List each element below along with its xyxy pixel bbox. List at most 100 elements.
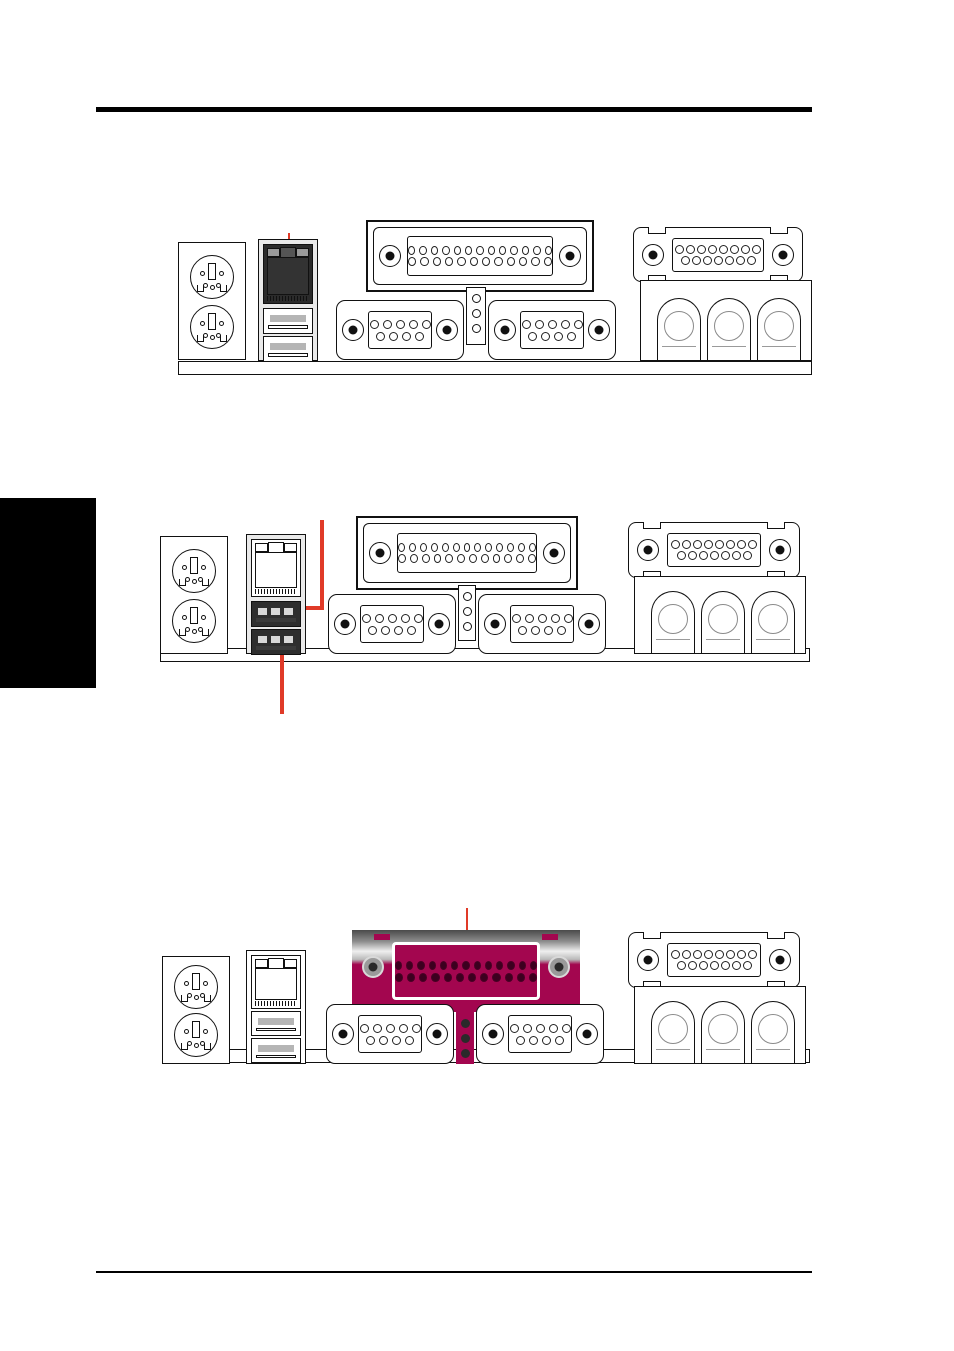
rj45-lan-port[interactable] [251,955,301,1009]
serial-port-com1[interactable] [336,300,464,360]
audio-jack-line-in[interactable] [657,298,701,360]
db9-pin-row-bottom [509,1035,571,1045]
audio-jack-block [634,986,806,1064]
audio-jack-microphone[interactable] [757,298,801,360]
db9-pin-row-bottom [361,625,423,635]
jack-hole-icon [758,604,788,634]
parallel-port[interactable] [363,523,571,583]
usb-cavity [268,325,308,329]
db25-shell [397,533,537,573]
ps2-mouse-port[interactable] [190,305,234,349]
jack-hole-icon [714,311,744,341]
audio-jack-microphone[interactable] [751,1001,795,1063]
serial-port-com2[interactable] [488,300,616,360]
dsub-screw-right-icon [426,1023,448,1045]
parallel-port-frame [356,516,578,590]
audio-jack-line-out[interactable] [707,298,751,360]
db15-pin-row-top [668,540,760,549]
jack-hole-icon [658,1014,688,1044]
ps2-connector-block [178,242,246,360]
game-midi-port[interactable] [633,227,803,282]
mount-hole-icon [462,592,472,601]
usb-port-1[interactable] [263,308,313,334]
usb-port-1[interactable] [251,1011,301,1036]
jack-hole-icon [708,1014,738,1044]
audio-jack-microphone[interactable] [751,591,795,653]
serial-port-com1[interactable] [326,1004,454,1064]
db9-shell [508,1015,572,1053]
usb-port-2[interactable] [251,1038,301,1063]
ps2-keyboard-port[interactable] [174,965,218,1009]
rj45-led-left-icon [267,248,280,257]
audio-jack-block [634,576,806,654]
db9-shell [520,311,584,349]
ps2-key-slot [208,313,216,330]
serial-port-com2[interactable] [476,1004,604,1064]
db9-pin-row-bottom [359,1035,421,1045]
rj45-lan-port[interactable] [263,244,313,304]
jack-hole-icon [758,1014,788,1044]
rj45-latch-icon [280,247,296,257]
rj45-latch-icon [268,958,284,968]
db25-pin-row-bottom [394,972,538,982]
game-midi-port[interactable] [628,522,800,578]
dsub-screw-right-icon [588,319,610,341]
ps2-keyboard-port[interactable] [172,549,216,593]
usb-cavity [256,618,296,622]
midi-game-mount-strip [456,1012,474,1064]
dsub-screw-left-icon [642,243,664,266]
usb-port-1[interactable] [251,601,301,627]
jack-hole-icon [658,604,688,634]
parallel-port[interactable] [352,930,580,1012]
db15-shell [667,943,761,977]
audio-jack-line-out[interactable] [701,1001,745,1063]
db9-pin-row-bottom [521,331,583,341]
midi-game-mount-strip [458,585,476,641]
db15-pin-row-bottom [668,551,760,560]
audio-jack-line-in[interactable] [651,1001,695,1063]
db15-pin-row-bottom [668,961,760,970]
dsub-screw-left-icon [362,956,384,978]
ps2-mouse-port[interactable] [172,599,216,643]
dsub-screw-left-icon [369,542,391,564]
usb-tongue [258,608,294,615]
footer-rule [96,1271,812,1273]
rj45-lan-port[interactable] [251,539,301,597]
rj45-contacts [255,1001,297,1006]
usb-tongue [258,1018,294,1025]
lan-usb-stack [246,950,306,1064]
ps2-key-slot [190,607,198,624]
db15-pin-row-top [673,244,763,254]
serial-port-com2[interactable] [478,594,606,654]
parallel-port[interactable] [373,227,587,285]
ps2-mouse-port[interactable] [174,1013,218,1057]
usb-tongue [270,315,306,322]
dsub-screw-right-icon [559,245,581,267]
serial-port-com1[interactable] [328,594,456,654]
db9-pin-row-top [509,1023,571,1033]
usb-tongue [270,343,306,350]
ps2-keyboard-port[interactable] [190,255,234,299]
db25-pin-row-top [394,960,538,970]
ps2-connector-block [160,536,228,654]
dsub-screw-right-icon [769,949,791,971]
jack-hole-icon [764,311,794,341]
db15-shell [667,533,761,567]
game-midi-port[interactable] [628,932,800,988]
db9-pin-row-top [369,319,431,329]
audio-jack-line-in[interactable] [651,591,695,653]
rj45-cavity [255,552,297,588]
rj45-led-right-icon [284,959,297,968]
dsub-screw-right-icon [576,1023,598,1045]
db9-shell [368,311,432,349]
usb-port-2[interactable] [251,629,301,655]
audio-jack-line-out[interactable] [701,591,745,653]
ps2-key-slot [208,263,216,280]
dsub-screw-right-icon [436,319,458,341]
panel-3-rear-panel-diagram [162,908,810,1064]
usb-port-2[interactable] [263,336,313,362]
db25-shell [392,942,540,1000]
db25-pin-row-top [398,543,536,552]
dsub-screw-left-icon [637,949,659,971]
panel-1-rear-panel-diagram [178,215,812,375]
